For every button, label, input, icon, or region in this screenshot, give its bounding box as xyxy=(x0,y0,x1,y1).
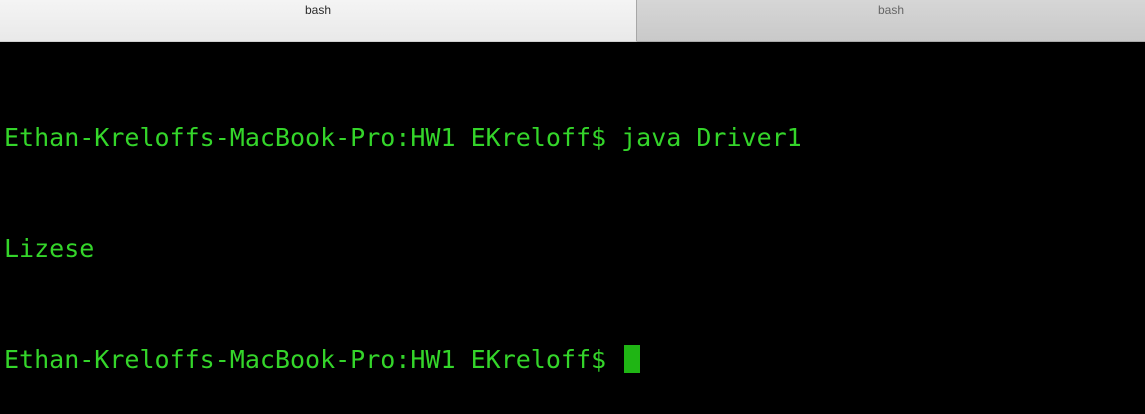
tab-label: bash xyxy=(304,3,332,17)
terminal-window: bash bash Ethan-Kreloffs-MacBook-Pro:HW1… xyxy=(0,0,1145,414)
terminal-line: Ethan-Kreloffs-MacBook-Pro:HW1 EKreloff$… xyxy=(4,123,802,152)
tab-bash-active[interactable]: bash xyxy=(0,0,637,42)
prompt-line: Ethan-Kreloffs-MacBook-Pro:HW1 EKreloff$ xyxy=(4,341,1145,378)
tab-label: bash xyxy=(877,3,905,17)
block-cursor-icon xyxy=(624,345,641,373)
terminal-line: Lizese xyxy=(4,234,95,263)
terminal-output[interactable]: Ethan-Kreloffs-MacBook-Pro:HW1 EKreloff$… xyxy=(0,42,1145,414)
tab-bar: bash bash xyxy=(0,0,1145,42)
tab-bash-inactive[interactable]: bash xyxy=(637,0,1145,42)
prompt-text: Ethan-Kreloffs-MacBook-Pro:HW1 EKreloff$ xyxy=(4,345,622,374)
